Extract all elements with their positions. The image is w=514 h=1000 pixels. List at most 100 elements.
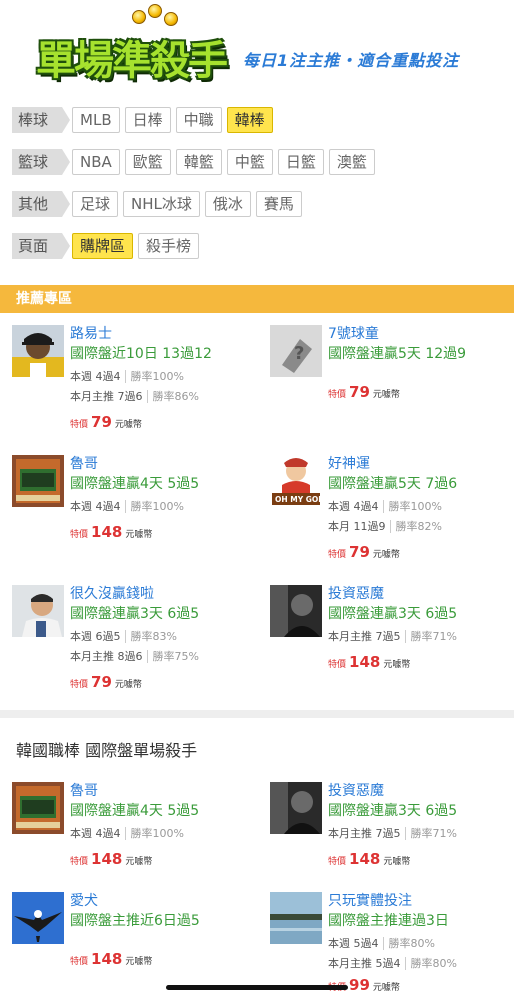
price-value: 79 [91, 413, 112, 431]
stat-line: 本週 5過4 勝率80% [328, 934, 514, 954]
price-unit: 元噱幣 [114, 680, 142, 690]
tipster-record: 國際盤連贏3天 6過5 [70, 606, 200, 622]
price-unit: 元噱幣 [125, 857, 153, 867]
price-unit: 元噱幣 [372, 983, 400, 993]
tipster-record: 國際盤連贏3天 6過5 [328, 606, 458, 622]
category-label: 籃球 [12, 149, 71, 175]
stat-label: 本月 11過9 [328, 520, 386, 533]
stat-line: 本月主推 7過6 勝率86% [70, 387, 262, 407]
question-mark-avatar-icon: ? [270, 325, 322, 377]
chip-aus-basket[interactable]: 澳籃 [328, 149, 375, 175]
tipster-name[interactable]: 路易士 [70, 325, 262, 345]
tipster-name[interactable]: 愛犬 [70, 892, 262, 912]
price-value: 79 [349, 543, 370, 561]
chip-khl[interactable]: 俄冰 [204, 191, 251, 217]
chip-mlb[interactable]: MLB [72, 107, 120, 133]
price-unit: 元噱幣 [372, 550, 400, 560]
price: 特價 79 元噱幣 [328, 541, 514, 563]
chip-purchase[interactable]: 購牌區 [72, 233, 134, 259]
stat-line: 本月主推 8過6 勝率75% [70, 647, 262, 667]
chip-nhl[interactable]: NHL冰球 [123, 191, 200, 217]
tipster-record: 國際盤連贏3天 6過5 [328, 803, 458, 819]
chip-cpbl[interactable]: 中職 [175, 107, 222, 133]
baseball-player-avatar-icon [12, 325, 64, 377]
price-unit: 元噱幣 [383, 857, 411, 867]
stat-line: 本月 11過9 勝率82% [328, 517, 514, 537]
price: 特價 79 元噱幣 [70, 671, 262, 693]
site-logo[interactable]: 單場準殺手 [36, 4, 232, 84]
man-portrait-avatar-icon [12, 585, 64, 637]
section-divider [0, 710, 514, 718]
price: 特價 148 元噱幣 [70, 521, 262, 543]
category-row-baseball: 棒球 MLB 日棒 中職 韓棒 [12, 107, 278, 133]
category-label: 其他 [12, 191, 71, 217]
win-rate: 勝率100% [124, 827, 184, 840]
price-tag: 特價 [328, 660, 347, 670]
dark-portrait-avatar-icon [270, 782, 322, 834]
tipster-name[interactable]: 魯哥 [70, 455, 262, 475]
chip-china-basket[interactable]: 中籃 [226, 149, 273, 175]
price-tag: 特價 [328, 550, 347, 560]
stat-label: 本週 4過4 [70, 827, 121, 840]
win-rate: 勝率80% [404, 957, 457, 970]
price-tag: 特價 [70, 857, 89, 867]
price-value: 79 [349, 383, 370, 401]
card-art-avatar-icon [12, 455, 64, 507]
win-rate: 勝率80% [382, 937, 435, 950]
eagle-avatar-icon [12, 892, 64, 944]
category-row-basketball: 籃球 NBA 歐籃 韓籃 中籃 日籃 澳籃 [12, 149, 380, 175]
chip-korea-basket[interactable]: 韓籃 [175, 149, 222, 175]
tipster-name[interactable]: 7號球童 [328, 325, 514, 345]
category-row-page: 頁面 購牌區 殺手榜 [12, 233, 204, 259]
price-value: 148 [349, 850, 381, 868]
win-rate: 勝率86% [146, 390, 199, 403]
stat-line: 本週 4過4 勝率100% [70, 367, 262, 387]
price-tag: 特價 [328, 857, 347, 867]
stat-label: 本週 4過4 [70, 500, 121, 513]
stat-label: 本月主推 8過6 [70, 650, 143, 663]
price-tag: 特價 [70, 530, 89, 540]
stat-line: 本月主推 5過4 勝率80% [328, 954, 514, 974]
tipster-record: 國際盤連贏4天 5過5 [70, 476, 200, 492]
chip-soccer[interactable]: 足球 [72, 191, 119, 217]
win-rate: 勝率100% [124, 500, 184, 513]
tipster-name[interactable]: 只玩實體投注 [328, 892, 514, 912]
price-tag: 特價 [328, 390, 347, 400]
chip-npb[interactable]: 日棒 [124, 107, 171, 133]
stat-label: 本週 5過4 [328, 937, 379, 950]
svg-text:OH MY GOD: OH MY GOD [275, 495, 322, 504]
tipster-record: 國際盤主推連過3日 [328, 913, 449, 929]
chip-horse-racing[interactable]: 賽馬 [255, 191, 302, 217]
tipster-name[interactable]: 很久沒贏錢啦 [70, 585, 262, 605]
win-rate: 勝率75% [146, 650, 199, 663]
price-tag: 特價 [70, 680, 89, 690]
tipster-record: 國際盤連贏5天 12過9 [328, 346, 467, 362]
tipster-record: 國際盤連贏4天 5過5 [70, 803, 200, 819]
chip-euro-basket[interactable]: 歐籃 [124, 149, 171, 175]
tipster-name[interactable]: 好神運 [328, 455, 514, 475]
tipster-name[interactable]: 魯哥 [70, 782, 262, 802]
price: 特價 79 元噱幣 [328, 381, 514, 403]
chip-killer-rank[interactable]: 殺手榜 [138, 233, 200, 259]
price: 特價 148 元噱幣 [70, 848, 262, 870]
price-unit: 元噱幣 [125, 530, 153, 540]
home-indicator[interactable] [166, 985, 348, 990]
tipster-name[interactable]: 投資惡魔 [328, 782, 514, 802]
win-rate: 勝率83% [124, 630, 177, 643]
price-value: 79 [91, 673, 112, 691]
category-label: 頁面 [12, 233, 71, 259]
price: 特價 148 元噱幣 [70, 948, 262, 970]
price: 特價 79 元噱幣 [70, 411, 262, 433]
price-value: 99 [349, 976, 370, 994]
chip-nba[interactable]: NBA [72, 149, 120, 175]
card-art-avatar-icon [12, 782, 64, 834]
stat-label: 本週 6過5 [70, 630, 121, 643]
stat-line: 本週 4過4 勝率100% [70, 824, 262, 844]
chip-japan-basket[interactable]: 日籃 [277, 149, 324, 175]
price-value: 148 [91, 523, 123, 541]
stat-line: 本週 4過4 勝率100% [328, 497, 514, 517]
win-rate: 勝率71% [404, 827, 457, 840]
tipster-name[interactable]: 投資惡魔 [328, 585, 514, 605]
tipster-record: 國際盤連贏5天 7過6 [328, 476, 458, 492]
chip-kbo[interactable]: 韓棒 [226, 107, 273, 133]
